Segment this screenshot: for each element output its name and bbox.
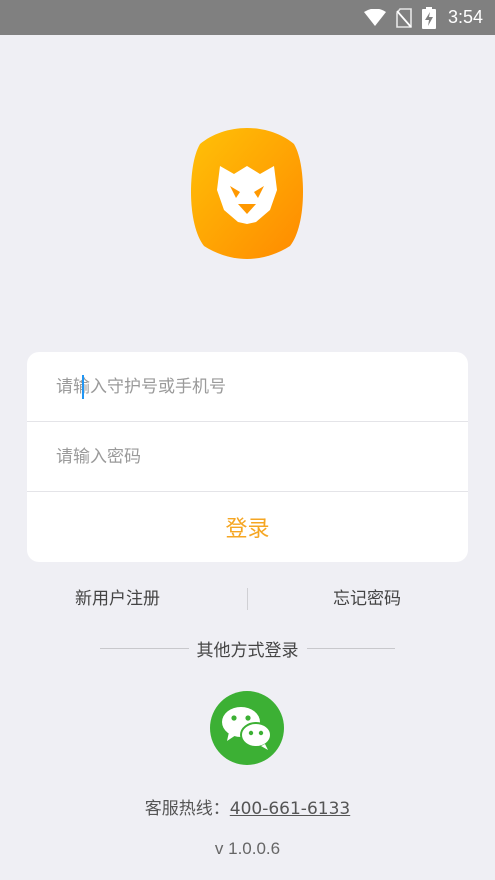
links-row: 新用户注册 忘记密码 xyxy=(0,584,495,614)
links-divider xyxy=(247,588,248,610)
divider-left xyxy=(100,647,189,649)
other-login-header: 其他方式登录 xyxy=(100,634,395,662)
app-logo xyxy=(190,126,304,260)
wechat-login-button[interactable] xyxy=(210,691,284,765)
hotline-label: 客服热线： xyxy=(144,799,230,819)
password-field-row xyxy=(27,422,468,492)
customer-hotline: 客服热线：400-661-6133 xyxy=(0,794,495,822)
register-link[interactable]: 新用户注册 xyxy=(75,584,160,614)
battery-charging-icon xyxy=(421,6,436,29)
status-time: 3:54 xyxy=(447,7,483,27)
hotline-number[interactable]: 400-661-6133 xyxy=(230,799,350,819)
password-input[interactable] xyxy=(56,446,436,467)
no-sim-icon xyxy=(396,7,412,28)
login-button[interactable]: 登录 xyxy=(27,492,468,562)
login-card: 登录 xyxy=(27,352,468,562)
account-field-row xyxy=(27,352,468,422)
lion-shield-logo xyxy=(191,128,303,259)
divider-right xyxy=(306,647,395,649)
account-input[interactable] xyxy=(56,376,436,397)
forgot-password-link[interactable]: 忘记密码 xyxy=(333,584,401,614)
wechat-icon xyxy=(222,707,272,750)
wifi-icon xyxy=(363,8,386,27)
app-version: v 1.0.0.6 xyxy=(214,839,281,858)
other-login-title: 其他方式登录 xyxy=(196,640,299,661)
text-cursor xyxy=(82,375,84,399)
status-bar: 3:54 xyxy=(0,0,495,35)
